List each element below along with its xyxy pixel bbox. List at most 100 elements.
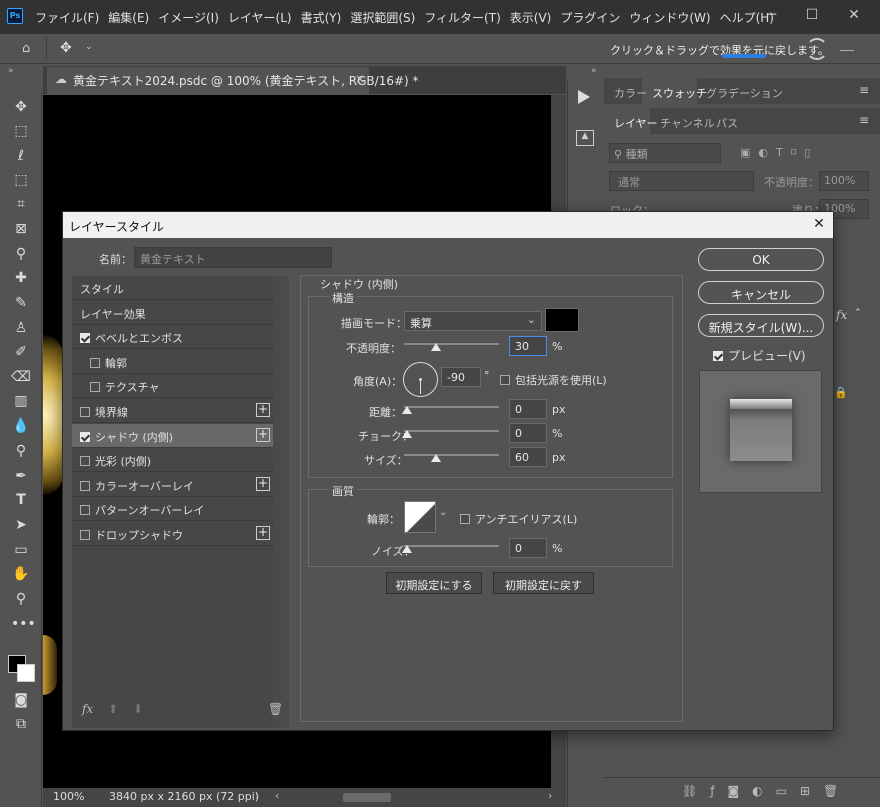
blend-mode-select[interactable]: 乗算 ⌄	[404, 311, 542, 331]
global-light-checkbox[interactable]: 包括光源を使用(L)	[500, 372, 607, 388]
opacity-slider[interactable]	[404, 343, 499, 345]
minimize-button[interactable]: ─	[760, 5, 784, 25]
style-list-item[interactable]: カラーオーバーレイ +	[72, 473, 274, 497]
dodge-icon[interactable]: ⚲	[11, 441, 31, 461]
layer-filter-icons[interactable]: ▣◐T⌑▯	[740, 146, 818, 159]
screen-mode-icon[interactable]: ⧉	[11, 714, 31, 734]
eraser-icon[interactable]: ⌫	[11, 367, 31, 387]
quick-mask-icon[interactable]: ◙	[11, 690, 31, 710]
scroll-right-icon[interactable]: ›	[548, 789, 552, 802]
marquee-icon[interactable]: ⬚	[11, 121, 31, 141]
chevron-left-icon[interactable]: ‹	[275, 789, 279, 802]
delete-effect-icon[interactable]: 🗑	[268, 702, 283, 716]
cancel-button[interactable]: キャンセル	[698, 281, 824, 304]
fx-icon[interactable]: fx	[82, 702, 93, 716]
collapse-left-icon[interactable]: «	[591, 66, 597, 76]
tab-gradients[interactable]: グラデーション	[706, 85, 783, 101]
noise-slider-thumb[interactable]	[402, 545, 412, 553]
preview-box[interactable]	[713, 351, 723, 361]
opacity-slider-thumb[interactable]	[431, 343, 441, 351]
noise-input[interactable]	[509, 538, 547, 558]
tab-channels[interactable]: チャンネル	[660, 115, 715, 131]
menu-item[interactable]: フィルター(T)	[424, 9, 500, 26]
add-effect-icon[interactable]: +	[256, 526, 270, 540]
menu-item[interactable]: プラグイン	[560, 9, 620, 26]
preview-checkbox[interactable]: プレビュー(V)	[713, 347, 806, 364]
angle-dial[interactable]	[403, 362, 438, 397]
size-slider[interactable]	[404, 454, 499, 456]
distance-slider[interactable]	[404, 406, 499, 408]
new-style-button[interactable]: 新規スタイル(W)...	[698, 314, 824, 337]
style-list-item[interactable]: 境界線 +	[72, 399, 274, 423]
move-tool-icon[interactable]: ✥	[60, 40, 72, 56]
panel-menu-icon[interactable]: ≡	[859, 83, 869, 97]
style-checkbox[interactable]	[80, 505, 90, 516]
tab-color[interactable]: カラー	[614, 85, 647, 101]
shadow-color-swatch[interactable]	[545, 308, 579, 332]
pen-icon[interactable]: ✒	[11, 466, 31, 486]
kind-filter[interactable]: ⚲ 種類	[609, 143, 721, 163]
style-list-item[interactable]: レイヤー効果	[72, 301, 274, 325]
style-checkbox[interactable]	[80, 456, 90, 467]
move-up-icon[interactable]: ⬆	[108, 702, 118, 716]
reset-default-button[interactable]: 初期設定に戻す	[493, 572, 594, 594]
move-down-icon[interactable]: ⬇	[133, 702, 143, 716]
menu-item[interactable]: 選択範囲(S)	[350, 9, 415, 26]
style-list-item[interactable]: 光彩 (内側)	[72, 448, 274, 473]
distance-slider-thumb[interactable]	[402, 406, 412, 414]
zoom-icon[interactable]: ⚲	[11, 589, 31, 609]
chevron-up-icon[interactable]: ⌃	[854, 308, 862, 318]
style-list-item[interactable]: ベベルとエンボス	[72, 325, 274, 350]
layer-action-icons[interactable]: ⛓ƒ◙◐▭⊞🗑	[682, 784, 851, 798]
opacity-input[interactable]	[509, 336, 547, 356]
menu-item[interactable]: 編集(E)	[108, 9, 149, 26]
ok-button[interactable]: OK	[698, 248, 824, 271]
collapse-icon[interactable]	[840, 50, 854, 51]
style-list-item[interactable]: パターンオーバーレイ	[72, 497, 274, 522]
chevron-down-icon[interactable]: ⌄	[85, 42, 93, 52]
style-list-item[interactable]: ドロップシャドウ +	[72, 522, 274, 546]
style-checkbox[interactable]	[90, 357, 100, 368]
move-icon[interactable]: ✥	[11, 97, 31, 117]
contour-dropdown-icon[interactable]: ⌄	[439, 507, 447, 518]
style-list-item[interactable]: テクスチャ	[72, 374, 274, 399]
close-window-button[interactable]: ✕	[842, 5, 866, 25]
blur-icon[interactable]: 💧	[11, 416, 31, 436]
path-select-icon[interactable]: ➤	[11, 515, 31, 535]
close-tab-icon[interactable]: ×	[355, 72, 365, 86]
type-icon[interactable]: T	[11, 490, 31, 510]
style-checkbox[interactable]	[80, 530, 90, 540]
eyedropper-icon[interactable]: ⚲	[11, 244, 31, 264]
healing-brush-icon[interactable]: ✚	[11, 268, 31, 288]
style-checkbox[interactable]	[80, 333, 90, 344]
blend-mode-select[interactable]: 通常	[609, 171, 754, 191]
style-checkbox[interactable]	[80, 407, 90, 417]
choke-slider[interactable]	[404, 430, 499, 432]
style-checkbox[interactable]	[80, 431, 90, 442]
hand-icon[interactable]: ✋	[11, 564, 31, 584]
contour-preview[interactable]	[404, 501, 436, 533]
choke-slider-thumb[interactable]	[402, 430, 412, 438]
background-color[interactable]	[17, 664, 35, 682]
make-default-button[interactable]: 初期設定にする	[386, 572, 482, 594]
size-input[interactable]	[509, 447, 547, 467]
style-list-item[interactable]: 輪郭	[72, 350, 274, 374]
frame-icon[interactable]: ⊠	[11, 219, 31, 239]
zoom-level[interactable]: 100%	[53, 790, 84, 803]
brush-icon[interactable]: ✎	[11, 293, 31, 313]
antialias-box[interactable]	[460, 514, 470, 524]
add-effect-icon[interactable]: +	[256, 403, 270, 417]
style-checkbox[interactable]	[80, 480, 90, 491]
history-brush-icon[interactable]: ✐	[11, 342, 31, 362]
rectangle-icon[interactable]: ▭	[11, 540, 31, 560]
menu-item[interactable]: レイヤー(L)	[228, 9, 292, 26]
horizontal-scroll-thumb[interactable]	[343, 793, 391, 802]
object-select-icon[interactable]: ⬚	[11, 170, 31, 190]
style-list-scrollbar[interactable]	[273, 276, 289, 728]
noise-slider[interactable]	[404, 545, 499, 547]
tab-paths[interactable]: パス	[716, 115, 738, 131]
lasso-icon[interactable]: ℓ	[11, 146, 31, 166]
layers-menu-icon[interactable]: ≡	[859, 113, 869, 127]
maximize-button[interactable]: ☐	[800, 5, 824, 25]
distance-input[interactable]	[509, 399, 547, 419]
